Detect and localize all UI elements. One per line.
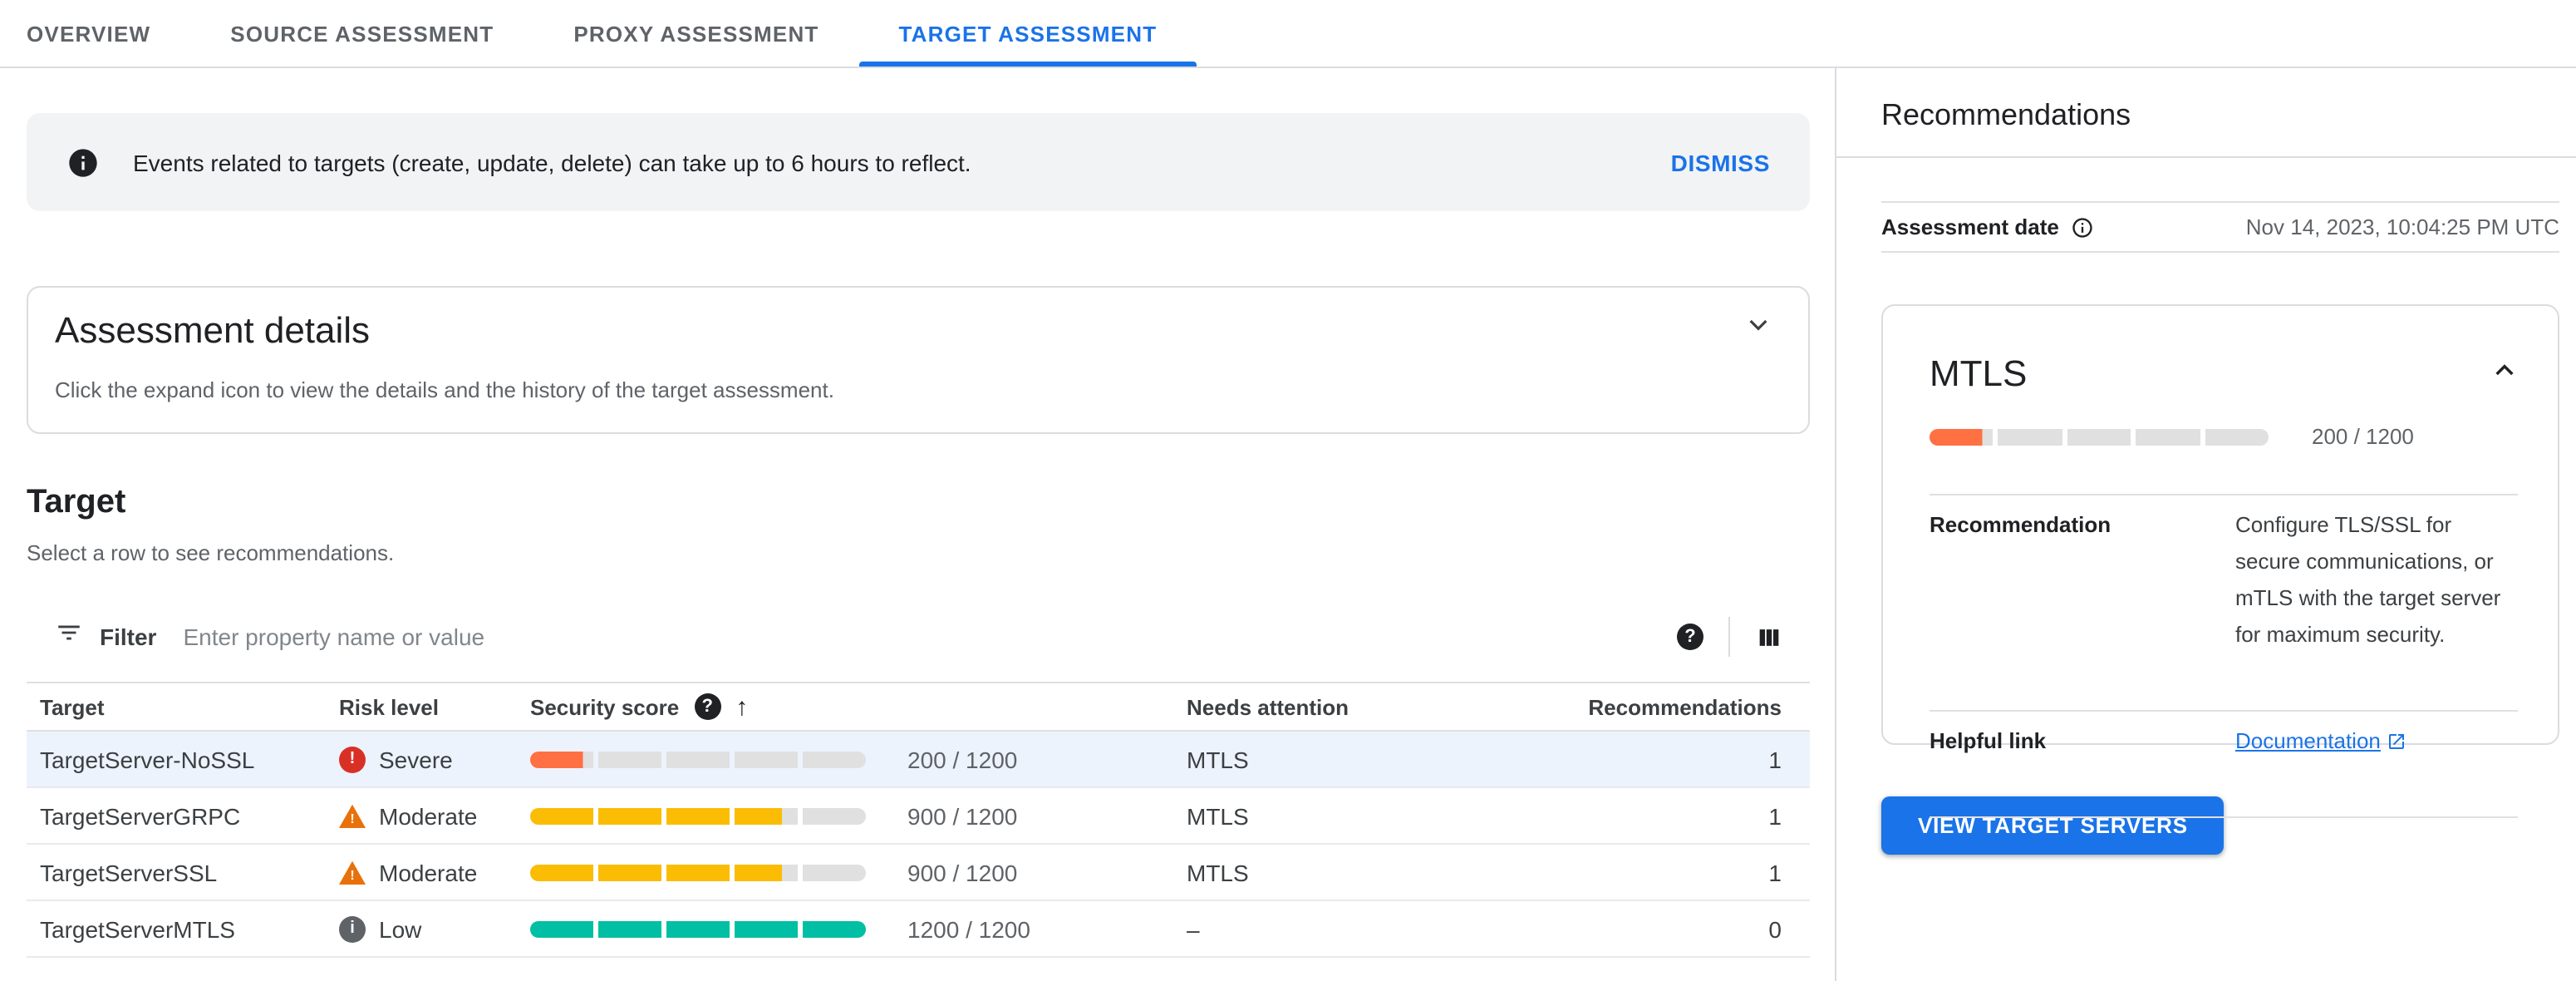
security-score-bar xyxy=(530,751,866,767)
panel-title-divider xyxy=(1836,156,2576,158)
security-score-bar-cell xyxy=(517,807,881,824)
recommendations-panel: Recommendations Assessment date Nov 14, … xyxy=(1836,68,2576,981)
needs-attention-cell: MTLS xyxy=(1187,859,1249,885)
security-score-bar-cell xyxy=(517,920,881,937)
filter-input[interactable] xyxy=(179,622,1677,652)
severe-icon: ! xyxy=(339,746,366,772)
page: OVERVIEW SOURCE ASSESSMENT PROXY ASSESSM… xyxy=(0,0,2576,981)
helpful-link-row: Helpful link Documentation xyxy=(1930,712,2518,771)
panel-title: Recommendations xyxy=(1881,98,2131,131)
risk-level-label: Low xyxy=(379,915,422,942)
target-section-subtitle: Select a row to see recommendations. xyxy=(27,540,395,565)
col-header-risk-level: Risk level xyxy=(339,694,439,719)
card-divider xyxy=(1930,816,2518,818)
view-target-servers-button[interactable]: VIEW TARGET SERVERS xyxy=(1881,796,2225,855)
recommendation-label: Recommendation xyxy=(1930,512,2111,537)
warning-icon: ! xyxy=(339,860,366,885)
target-name: TargetServerMTLS xyxy=(40,915,235,942)
tab-source-assessment[interactable]: SOURCE ASSESSMENT xyxy=(190,0,533,67)
table-row[interactable]: TargetServerSSL! Moderate 900 / 1200 MTLS 1 xyxy=(27,845,1810,901)
recommendations-count: 1 xyxy=(1768,859,1782,885)
info-outline-icon[interactable] xyxy=(2071,215,2094,239)
target-table: Target Risk level Security score ? ↑ Nee… xyxy=(27,682,1810,958)
security-score-bar-cell xyxy=(517,864,881,880)
risk-level-cell: ! Severe xyxy=(326,746,517,772)
assessment-details-subtitle: Click the expand icon to view the detail… xyxy=(55,377,834,402)
col-header-security-score: Security score xyxy=(530,694,680,719)
security-score-bar xyxy=(530,920,866,937)
assessment-date-value: Nov 14, 2023, 10:04:25 PM UTC xyxy=(2245,214,2559,239)
recommendation-text: Configure TLS/SSL for secure communicati… xyxy=(2235,512,2501,647)
table-header: Target Risk level Security score ? ↑ Nee… xyxy=(27,683,1810,732)
col-header-target: Target xyxy=(40,694,105,719)
security-score-help-icon[interactable]: ? xyxy=(694,693,721,720)
risk-level-cell: ! Moderate xyxy=(326,802,517,829)
documentation-link[interactable]: Documentation xyxy=(2235,723,2407,760)
sort-ascending-icon[interactable]: ↑ xyxy=(735,693,748,721)
main-content: Events related to targets (create, updat… xyxy=(27,68,1810,958)
target-name: TargetServerSSL xyxy=(40,859,218,885)
assessment-date-row: Assessment date Nov 14, 2023, 10:04:25 P… xyxy=(1881,201,2559,253)
table-body: TargetServer-NoSSL! Severe 200 / 1200 MTLS 1… xyxy=(27,732,1810,958)
needs-attention-cell: – xyxy=(1187,915,1200,942)
risk-level-label: Moderate xyxy=(379,859,478,885)
tab-target-assessment[interactable]: TARGET ASSESSMENT xyxy=(858,0,1198,67)
col-header-needs-attention: Needs attention xyxy=(1187,694,1349,719)
security-score-value: 900 / 1200 xyxy=(907,859,1018,885)
assessment-details-title: Assessment details xyxy=(55,309,371,351)
tab-overview[interactable]: OVERVIEW xyxy=(0,0,190,67)
filter-help-icon[interactable]: ? xyxy=(1677,624,1703,650)
mtls-card-title: MTLS xyxy=(1930,352,2028,394)
risk-level-cell: ! Moderate xyxy=(326,859,517,885)
table-row[interactable]: TargetServerGRPC! Moderate 900 / 1200 MTLS 1 xyxy=(27,788,1810,845)
security-score-bar xyxy=(530,864,866,880)
filter-label: Filter xyxy=(100,624,157,650)
mtls-score-bar xyxy=(1930,428,2269,445)
target-name: TargetServerGRPC xyxy=(40,802,241,829)
warning-icon: ! xyxy=(339,804,366,828)
external-link-icon xyxy=(2389,734,2405,749)
filter-bar: Filter ? xyxy=(27,607,1810,667)
filter-icon xyxy=(55,619,83,655)
col-header-recommendations: Recommendations xyxy=(1588,694,1782,719)
needs-attention-cell: MTLS xyxy=(1187,802,1249,829)
filter-divider xyxy=(1728,617,1730,657)
table-row[interactable]: TargetServer-NoSSL! Severe 200 / 1200 MTLS 1 xyxy=(27,732,1810,788)
risk-level-cell: i Low xyxy=(326,915,517,942)
info-icon: i xyxy=(339,915,366,942)
target-section-title: Target xyxy=(27,484,126,520)
assessment-details-card: Assessment details Click the expand icon… xyxy=(27,286,1810,434)
security-score-bar xyxy=(530,807,866,824)
info-icon xyxy=(66,145,100,179)
info-banner: Events related to targets (create, updat… xyxy=(27,113,1810,211)
chevron-down-icon[interactable] xyxy=(1745,311,1772,346)
column-settings-icon[interactable] xyxy=(1755,623,1783,651)
recommendations-count: 1 xyxy=(1768,802,1782,829)
dismiss-button[interactable]: DISMISS xyxy=(1671,149,1770,175)
security-score-value: 200 / 1200 xyxy=(907,746,1018,772)
risk-level-label: Moderate xyxy=(379,802,478,829)
target-name: TargetServer-NoSSL xyxy=(40,746,255,772)
tab-bar: OVERVIEW SOURCE ASSESSMENT PROXY ASSESSM… xyxy=(0,0,2576,68)
security-score-bar-cell xyxy=(517,751,881,767)
mtls-card: MTLS 200 / 1200 Recommendation Configure… xyxy=(1881,304,2559,818)
mtls-score-value: 200 / 1200 xyxy=(2312,424,2414,449)
recommendations-count: 0 xyxy=(1768,915,1782,942)
security-score-value: 900 / 1200 xyxy=(907,802,1018,829)
chevron-up-icon[interactable] xyxy=(2491,357,2518,392)
table-row[interactable]: TargetServerMTLS i Low 1200 / 1200 – 0 xyxy=(27,901,1810,958)
tab-proxy-assessment[interactable]: PROXY ASSESSMENT xyxy=(533,0,858,67)
security-score-value: 1200 / 1200 xyxy=(907,915,1030,942)
helpful-link-label: Helpful link xyxy=(1930,728,2047,753)
assessment-date-label: Assessment date xyxy=(1881,214,2059,239)
recommendation-row: Recommendation Configure TLS/SSL for sec… xyxy=(1930,495,2518,665)
needs-attention-cell: MTLS xyxy=(1187,746,1249,772)
recommendations-count: 1 xyxy=(1768,746,1782,772)
risk-level-label: Severe xyxy=(379,746,453,772)
banner-message: Events related to targets (create, updat… xyxy=(133,149,971,175)
